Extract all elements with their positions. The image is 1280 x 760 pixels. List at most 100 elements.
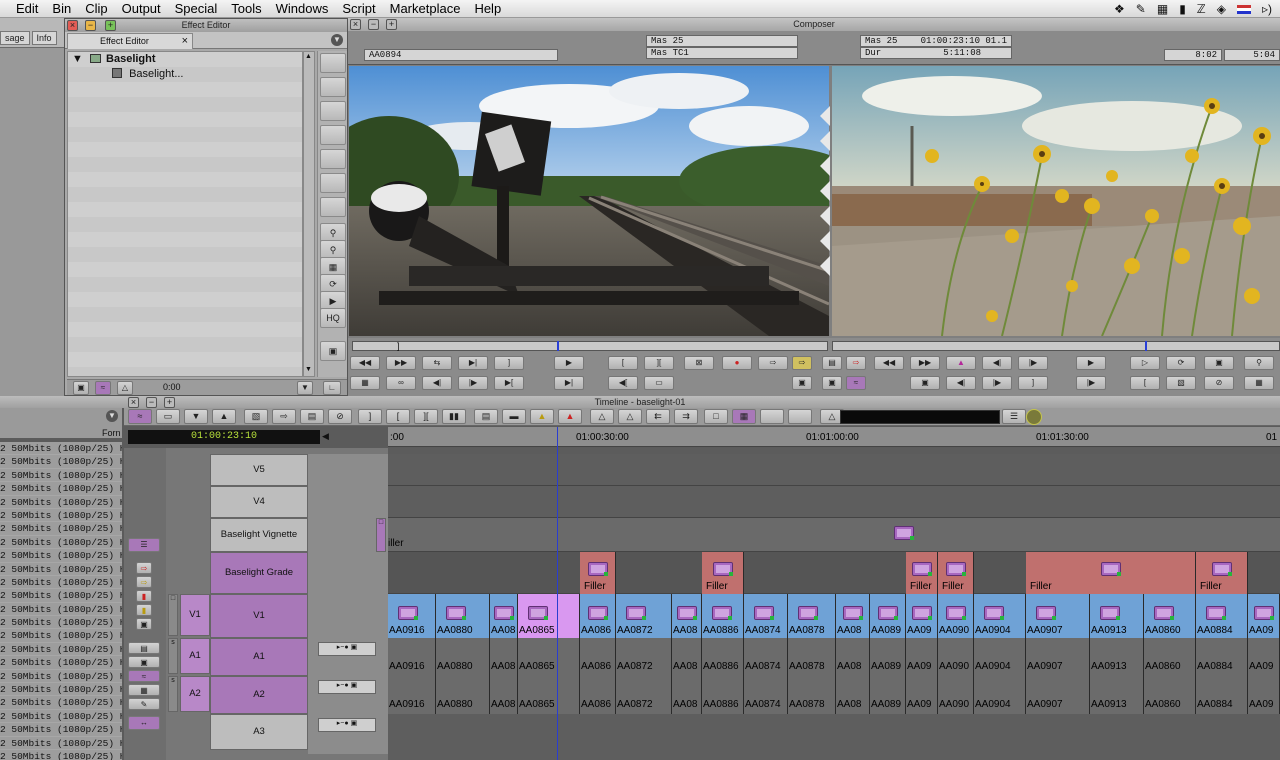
a1-clip[interactable]: AA0916 xyxy=(388,638,436,676)
lift-overwrite-icon[interactable]: ▮ xyxy=(136,590,152,602)
scroll-down-icon[interactable]: ▼ xyxy=(305,366,313,375)
track-v1[interactable]: V1 xyxy=(210,594,308,638)
record-play-button[interactable]: ▶ xyxy=(1076,356,1106,370)
blank-tool-button[interactable] xyxy=(760,409,784,424)
record-menu-button[interactable]: ▦ xyxy=(1244,376,1274,390)
record-loop-button[interactable]: ⟳ xyxy=(1166,356,1196,370)
hq-button[interactable]: HQ xyxy=(320,308,346,328)
waveform-icon[interactable]: ▦ xyxy=(128,684,160,696)
effect-icon[interactable] xyxy=(878,606,898,620)
focus-icon[interactable]: ↔ xyxy=(128,716,160,730)
lane-vignette[interactable]: iller xyxy=(388,518,1280,552)
cursor-icon[interactable]: △ xyxy=(117,381,133,395)
grade-clip[interactable]: Filler xyxy=(580,552,616,594)
add-edit-icon[interactable]: ▲ xyxy=(530,409,554,424)
keyframe-in-icon[interactable]: △ xyxy=(618,409,642,424)
effect-icon[interactable] xyxy=(494,606,514,620)
bin-row[interactable]: 2 50Mbits (1080p/25) H xyxy=(0,563,122,576)
effect-icon[interactable] xyxy=(446,606,466,620)
a1-clip[interactable]: AA09 xyxy=(906,638,938,676)
effect-icon[interactable] xyxy=(984,606,1004,620)
minimize-window-button[interactable]: − xyxy=(368,19,379,30)
effect-icon[interactable] xyxy=(1154,606,1174,620)
palette-button[interactable] xyxy=(320,173,346,193)
render-icon[interactable]: ▣ xyxy=(320,341,346,361)
effect-icon[interactable] xyxy=(588,606,608,620)
bin-row[interactable]: 2 50Mbits (1080p/25) H xyxy=(0,616,122,630)
menu-bin[interactable]: Bin xyxy=(45,0,78,18)
v1-clip[interactable]: AA09 xyxy=(906,594,938,638)
loop-button[interactable]: ⇆ xyxy=(422,356,452,370)
keyframe-icon[interactable]: △ xyxy=(590,409,614,424)
menu-marketplace[interactable]: Marketplace xyxy=(383,0,468,18)
bin-row[interactable]: 2 50Mbits (1080p/25) H xyxy=(0,603,122,617)
menu-tools[interactable]: Tools xyxy=(224,0,268,18)
bin-row[interactable]: 2 50Mbits (1080p/25) H xyxy=(0,442,122,456)
blank-tool-button[interactable] xyxy=(788,409,812,424)
bin-row[interactable]: 2 50Mbits (1080p/25) H xyxy=(0,549,122,563)
effect-icon[interactable] xyxy=(1254,606,1274,620)
record-readout-2[interactable]: Dur 5:11:08 xyxy=(860,47,1012,59)
bin-row[interactable]: 2 50Mbits (1080p/25) H xyxy=(0,750,122,760)
minimize-window-button[interactable]: − xyxy=(146,397,157,408)
keyframe-toggle-icon[interactable]: ≈ xyxy=(95,381,111,395)
monitor-button[interactable]: ▣ xyxy=(822,376,842,390)
record-count-readout[interactable]: 5:04 xyxy=(1224,49,1280,61)
track-a3[interactable]: A3 xyxy=(210,714,308,750)
parameter-row[interactable]: Baselight... xyxy=(112,68,183,80)
record-monitor[interactable] xyxy=(832,66,1280,336)
menu-windows[interactable]: Windows xyxy=(269,0,336,18)
a2-clip[interactable]: AA0886 xyxy=(702,676,744,714)
effect-palette-icon[interactable]: ▦ xyxy=(732,409,756,424)
bin-row[interactable]: 2 50Mbits (1080p/25) H xyxy=(0,737,122,750)
splice-in-button[interactable]: ⇨ xyxy=(792,356,812,370)
graph-icon[interactable]: ∟ xyxy=(323,381,341,395)
play-in-out-button[interactable]: ▶| xyxy=(554,376,584,390)
a1-clip[interactable]: AA08 xyxy=(490,638,518,676)
format-column-header[interactable]: Forn xyxy=(102,428,121,438)
palette-button[interactable] xyxy=(320,77,346,97)
record-mark-in-button[interactable]: [ xyxy=(1130,376,1160,390)
link-button[interactable]: ∞ xyxy=(386,376,416,390)
v1-clip[interactable]: AA08 xyxy=(836,594,870,638)
bin-row[interactable]: 2 50Mbits (1080p/25) H xyxy=(0,696,122,710)
bin-row[interactable]: 2 50Mbits (1080p/25) H xyxy=(0,482,122,496)
source-position-bar[interactable]: ] xyxy=(352,341,828,351)
a1-clip[interactable]: AA0913 xyxy=(1090,638,1144,676)
bin-row[interactable]: 2 50Mbits (1080p/25) H xyxy=(0,496,122,509)
timeline-scale-icon[interactable]: ▼ xyxy=(297,381,313,395)
close-window-button[interactable]: × xyxy=(350,19,361,30)
effect-icon[interactable] xyxy=(946,562,966,576)
mark-out-button[interactable]: ] xyxy=(494,356,524,370)
clear-marks-button[interactable]: ⊠ xyxy=(684,356,714,370)
v1-clip[interactable]: AA0913 xyxy=(1090,594,1144,638)
zoom-window-button[interactable]: + xyxy=(386,19,397,30)
lane-v4[interactable] xyxy=(388,486,1280,518)
center-readout-2[interactable]: Mas TC1 xyxy=(646,47,798,59)
flag-icon[interactable] xyxy=(1236,4,1251,14)
effect-icon[interactable] xyxy=(1212,562,1232,576)
effect-icon[interactable] xyxy=(626,606,646,620)
bin-row[interactable]: 2 50Mbits (1080p/25) H xyxy=(0,656,122,670)
timeline-timecode[interactable]: 01:00:23:10 xyxy=(128,430,320,444)
nudge-left-icon[interactable]: ⇇ xyxy=(646,409,670,424)
play-button[interactable]: ▶ xyxy=(554,356,584,370)
a1-clip[interactable]: AA089 xyxy=(870,638,906,676)
a2-clip[interactable]: AA08 xyxy=(490,676,518,714)
rewind-button[interactable]: ◀◀ xyxy=(350,356,380,370)
bin-row[interactable]: 2 50Mbits (1080p/25) H xyxy=(0,723,122,737)
v1-clip[interactable]: AA089 xyxy=(870,594,906,638)
lane-a1[interactable]: AA0916 AA0880 AA08 AA0865 AA086 AA0872 AA08 AA0… xyxy=(388,638,1280,676)
a2-clip[interactable]: AA0872 xyxy=(616,676,672,714)
playhead[interactable] xyxy=(557,427,558,760)
v1-clip[interactable]: AA08 xyxy=(672,594,702,638)
grade-clip[interactable]: Filler xyxy=(906,552,938,594)
timeline-scroll-left-icon[interactable]: ◀ xyxy=(322,431,329,442)
v1-clip[interactable]: AA086 xyxy=(580,594,616,638)
a2-clip[interactable]: AA0916 xyxy=(388,676,436,714)
close-window-button[interactable]: × xyxy=(67,20,78,31)
a1-clip[interactable]: AA08 xyxy=(836,638,870,676)
sync-lock-icon[interactable]: ▭ xyxy=(156,409,180,424)
a2-clip[interactable]: AA0904 xyxy=(974,676,1026,714)
bin-row[interactable]: 2 50Mbits (1080p/25) H xyxy=(0,522,122,536)
